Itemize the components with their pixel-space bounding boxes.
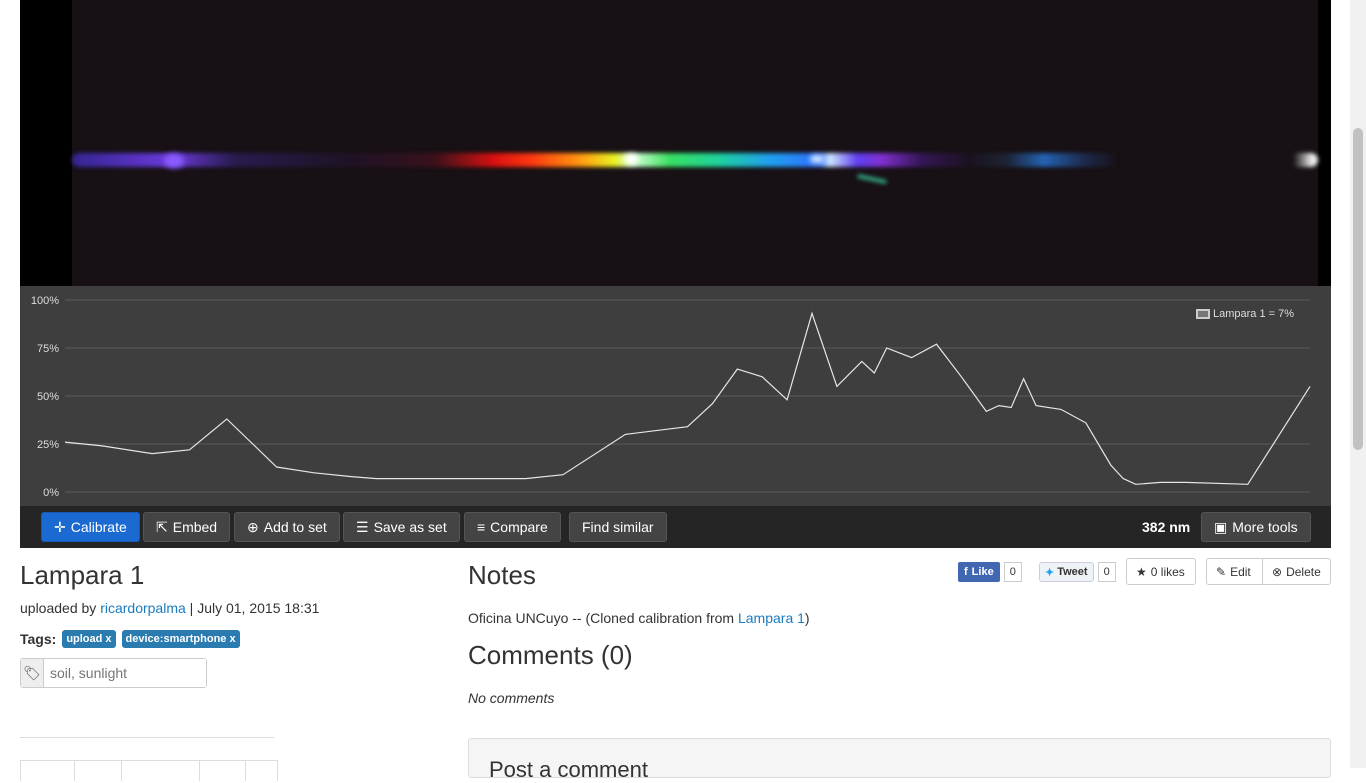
spectrum-graph[interactable]: 100% 75% 50% 25% 0% Lampara 1 = 7% (20, 286, 1331, 506)
tag-input[interactable] (44, 659, 206, 687)
tag-upload[interactable]: upload x (62, 630, 116, 648)
cloned-from-link[interactable]: Lampara 1 (738, 610, 805, 626)
star-icon: ★ (1136, 564, 1147, 579)
y-tick-label: 75% (37, 343, 59, 355)
spectrum-image (20, 0, 1331, 286)
find-similar-button[interactable]: Find similar (569, 512, 667, 542)
save-as-set-label: Save as set (373, 519, 447, 535)
add-to-set-label: Add to set (263, 519, 327, 535)
pager-item[interactable] (20, 760, 74, 781)
tweet-button[interactable]: ✦ Tweet (1039, 562, 1094, 582)
delete-label: Delete (1286, 564, 1321, 579)
y-tick-label: 50% (37, 391, 59, 403)
pencil-icon: ✎ (1216, 564, 1227, 579)
add-to-set-button[interactable]: ⊕ Add to set (234, 512, 340, 542)
find-similar-label: Find similar (582, 519, 654, 535)
upload-info: uploaded by ricardorpalma | July 01, 201… (20, 600, 319, 616)
plus-circle-icon: ⊕ (247, 518, 259, 535)
facebook-like-widget: f Like 0 (958, 561, 1022, 583)
author-link[interactable]: ricardorpalma (100, 600, 186, 616)
tag-input-group: 🏷 (20, 658, 207, 688)
edit-label: Edit (1230, 564, 1251, 579)
violet-peak-glow (164, 154, 184, 168)
share-icon: ⇱ (156, 518, 168, 535)
scrollbar[interactable] (1350, 0, 1366, 768)
tweet-label: Tweet (1057, 566, 1088, 578)
post-comment-panel: Post a comment (468, 738, 1331, 782)
facebook-like-button[interactable]: f Like (958, 562, 1000, 582)
more-tools-button[interactable]: ▣ More tools (1201, 512, 1311, 542)
align-left-icon: ≡ (477, 519, 486, 535)
embed-label: Embed (172, 519, 218, 535)
pager-item[interactable] (74, 760, 121, 781)
delete-button[interactable]: ⊗ Delete (1262, 558, 1331, 585)
twitter-widget: ✦ Tweet 0 (1039, 561, 1116, 583)
green-streak (856, 173, 888, 185)
likes-button[interactable]: ★ 0 likes (1126, 558, 1196, 585)
legend-label: Lampara 1 = 7% (1212, 308, 1294, 320)
legend-swatch[interactable] (1195, 309, 1210, 319)
spectrum-photo-area (72, 0, 1318, 286)
pager (20, 760, 278, 781)
tags-icon: 🏷 (21, 659, 44, 687)
list-icon: ☰ (356, 518, 369, 535)
toolbox-icon: ▣ (1214, 518, 1228, 535)
notes-heading: Notes (468, 560, 536, 590)
spectrum-chart-svg: 100% 75% 50% 25% 0% (31, 295, 1311, 499)
y-tick-label: 25% (37, 439, 59, 451)
notes-text: Oficina UNCuyo -- (Cloned calibration fr… (468, 610, 810, 626)
calibrate-label: Calibrate (70, 519, 127, 535)
facebook-icon: f (964, 566, 968, 578)
notes-text-suffix: ) (804, 610, 810, 626)
uploaded-prefix: uploaded by (20, 600, 97, 616)
pager-item[interactable] (121, 760, 199, 781)
more-tools-label: More tools (1232, 519, 1298, 535)
post-comment-heading: Post a comment (489, 757, 648, 782)
spectrum-band (72, 153, 1318, 167)
edit-button[interactable]: ✎ Edit (1206, 558, 1263, 585)
white-peak-glow (624, 154, 638, 164)
twitter-icon: ✦ (1045, 566, 1055, 579)
tags-row: Tags: upload x device:smartphone x (20, 630, 240, 648)
notes-text-prefix: Oficina UNCuyo -- (Cloned calibration fr… (468, 610, 735, 626)
y-tick-label: 100% (31, 295, 59, 307)
divider (20, 737, 274, 738)
tags-label: Tags: (20, 631, 57, 647)
spectrum-toolbar: ✛ Calibrate ⇱ Embed ⊕ Add to set ☰ Save … (20, 506, 1331, 548)
tweet-count: 0 (1097, 562, 1116, 582)
spectrum-series-line[interactable] (64, 311, 1311, 485)
compare-button[interactable]: ≡ Compare (464, 512, 561, 542)
pager-item[interactable] (199, 760, 245, 781)
pager-item[interactable] (245, 760, 278, 781)
comments-heading: Comments (0) (468, 640, 633, 670)
calibrate-button[interactable]: ✛ Calibrate (41, 512, 140, 542)
likes-label: 0 likes (1150, 564, 1185, 579)
close-circle-icon: ⊗ (1272, 564, 1283, 579)
scrollbar-thumb[interactable] (1353, 128, 1363, 450)
y-tick-label: 0% (43, 487, 59, 499)
embed-button[interactable]: ⇱ Embed (143, 512, 231, 542)
compare-label: Compare (490, 519, 548, 535)
like-label: Like (971, 566, 994, 578)
save-as-set-button[interactable]: ☰ Save as set (343, 512, 460, 542)
crosshair-icon: ✛ (54, 518, 66, 535)
upload-date: | July 01, 2015 18:31 (189, 600, 320, 616)
wavelength-readout: 382 nm (1142, 519, 1191, 535)
like-count: 0 (1003, 562, 1022, 582)
chart-legend[interactable]: Lampara 1 = 7% (1195, 308, 1294, 320)
spectrum-title: Lampara 1 (20, 560, 145, 590)
no-comments-text: No comments (468, 690, 555, 706)
blue-peak-glow (810, 155, 824, 163)
tag-device[interactable]: device:smartphone x (121, 630, 240, 648)
